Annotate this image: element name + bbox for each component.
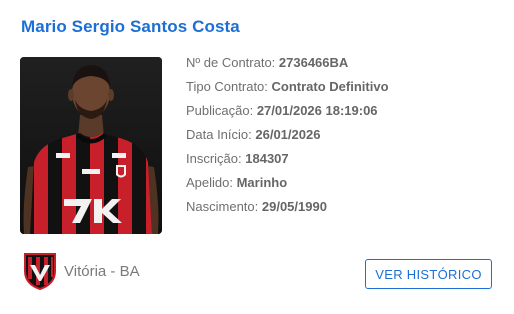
birth-date-value: 29/05/1990 [261,199,327,214]
nickname-label: Apelido: [186,175,237,190]
contract-info: Nº de Contrato: 2736466BA Tipo Contrato:… [186,51,389,219]
start-date-row: Data Início: 26/01/2026 [186,123,389,147]
player-photo [20,57,162,234]
registration-label: Inscrição: [186,151,246,166]
contract-number-label: Nº de Contrato: [186,55,279,70]
view-history-button[interactable]: VER HISTÓRICO [365,259,492,289]
club-crest-icon [24,253,56,291]
start-date-label: Data Início: [186,127,256,142]
publication-label: Publicação: [186,103,257,118]
player-photo-image [20,57,162,234]
birth-date-label: Nascimento: [186,199,262,214]
publication-value: 27/01/2026 18:19:06 [256,103,378,118]
contract-number-row: Nº de Contrato: 2736466BA [186,51,389,75]
club-name: Vitória - BA [64,262,140,280]
contract-type-label: Tipo Contrato: [186,79,272,94]
club-info: Vitória - BA [22,251,140,291]
registration-row: Inscrição: 184307 [186,147,389,171]
nickname-value: Marinho [236,175,288,190]
registration-value: 184307 [245,151,289,166]
start-date-value: 26/01/2026 [255,127,321,142]
contract-type-value: Contrato Definitivo [271,79,389,94]
birth-date-row: Nascimento: 29/05/1990 [186,195,389,219]
nickname-row: Apelido: Marinho [186,171,389,195]
contract-number-value: 2736466BA [278,55,349,70]
player-name: Mario Sergio Santos Costa [21,17,240,36]
contract-type-row: Tipo Contrato: Contrato Definitivo [186,75,389,99]
player-contract-card: Mario Sergio Santos Costa Nº de Contrato… [0,0,514,314]
publication-row: Publicação: 27/01/2026 18:19:06 [186,99,389,123]
